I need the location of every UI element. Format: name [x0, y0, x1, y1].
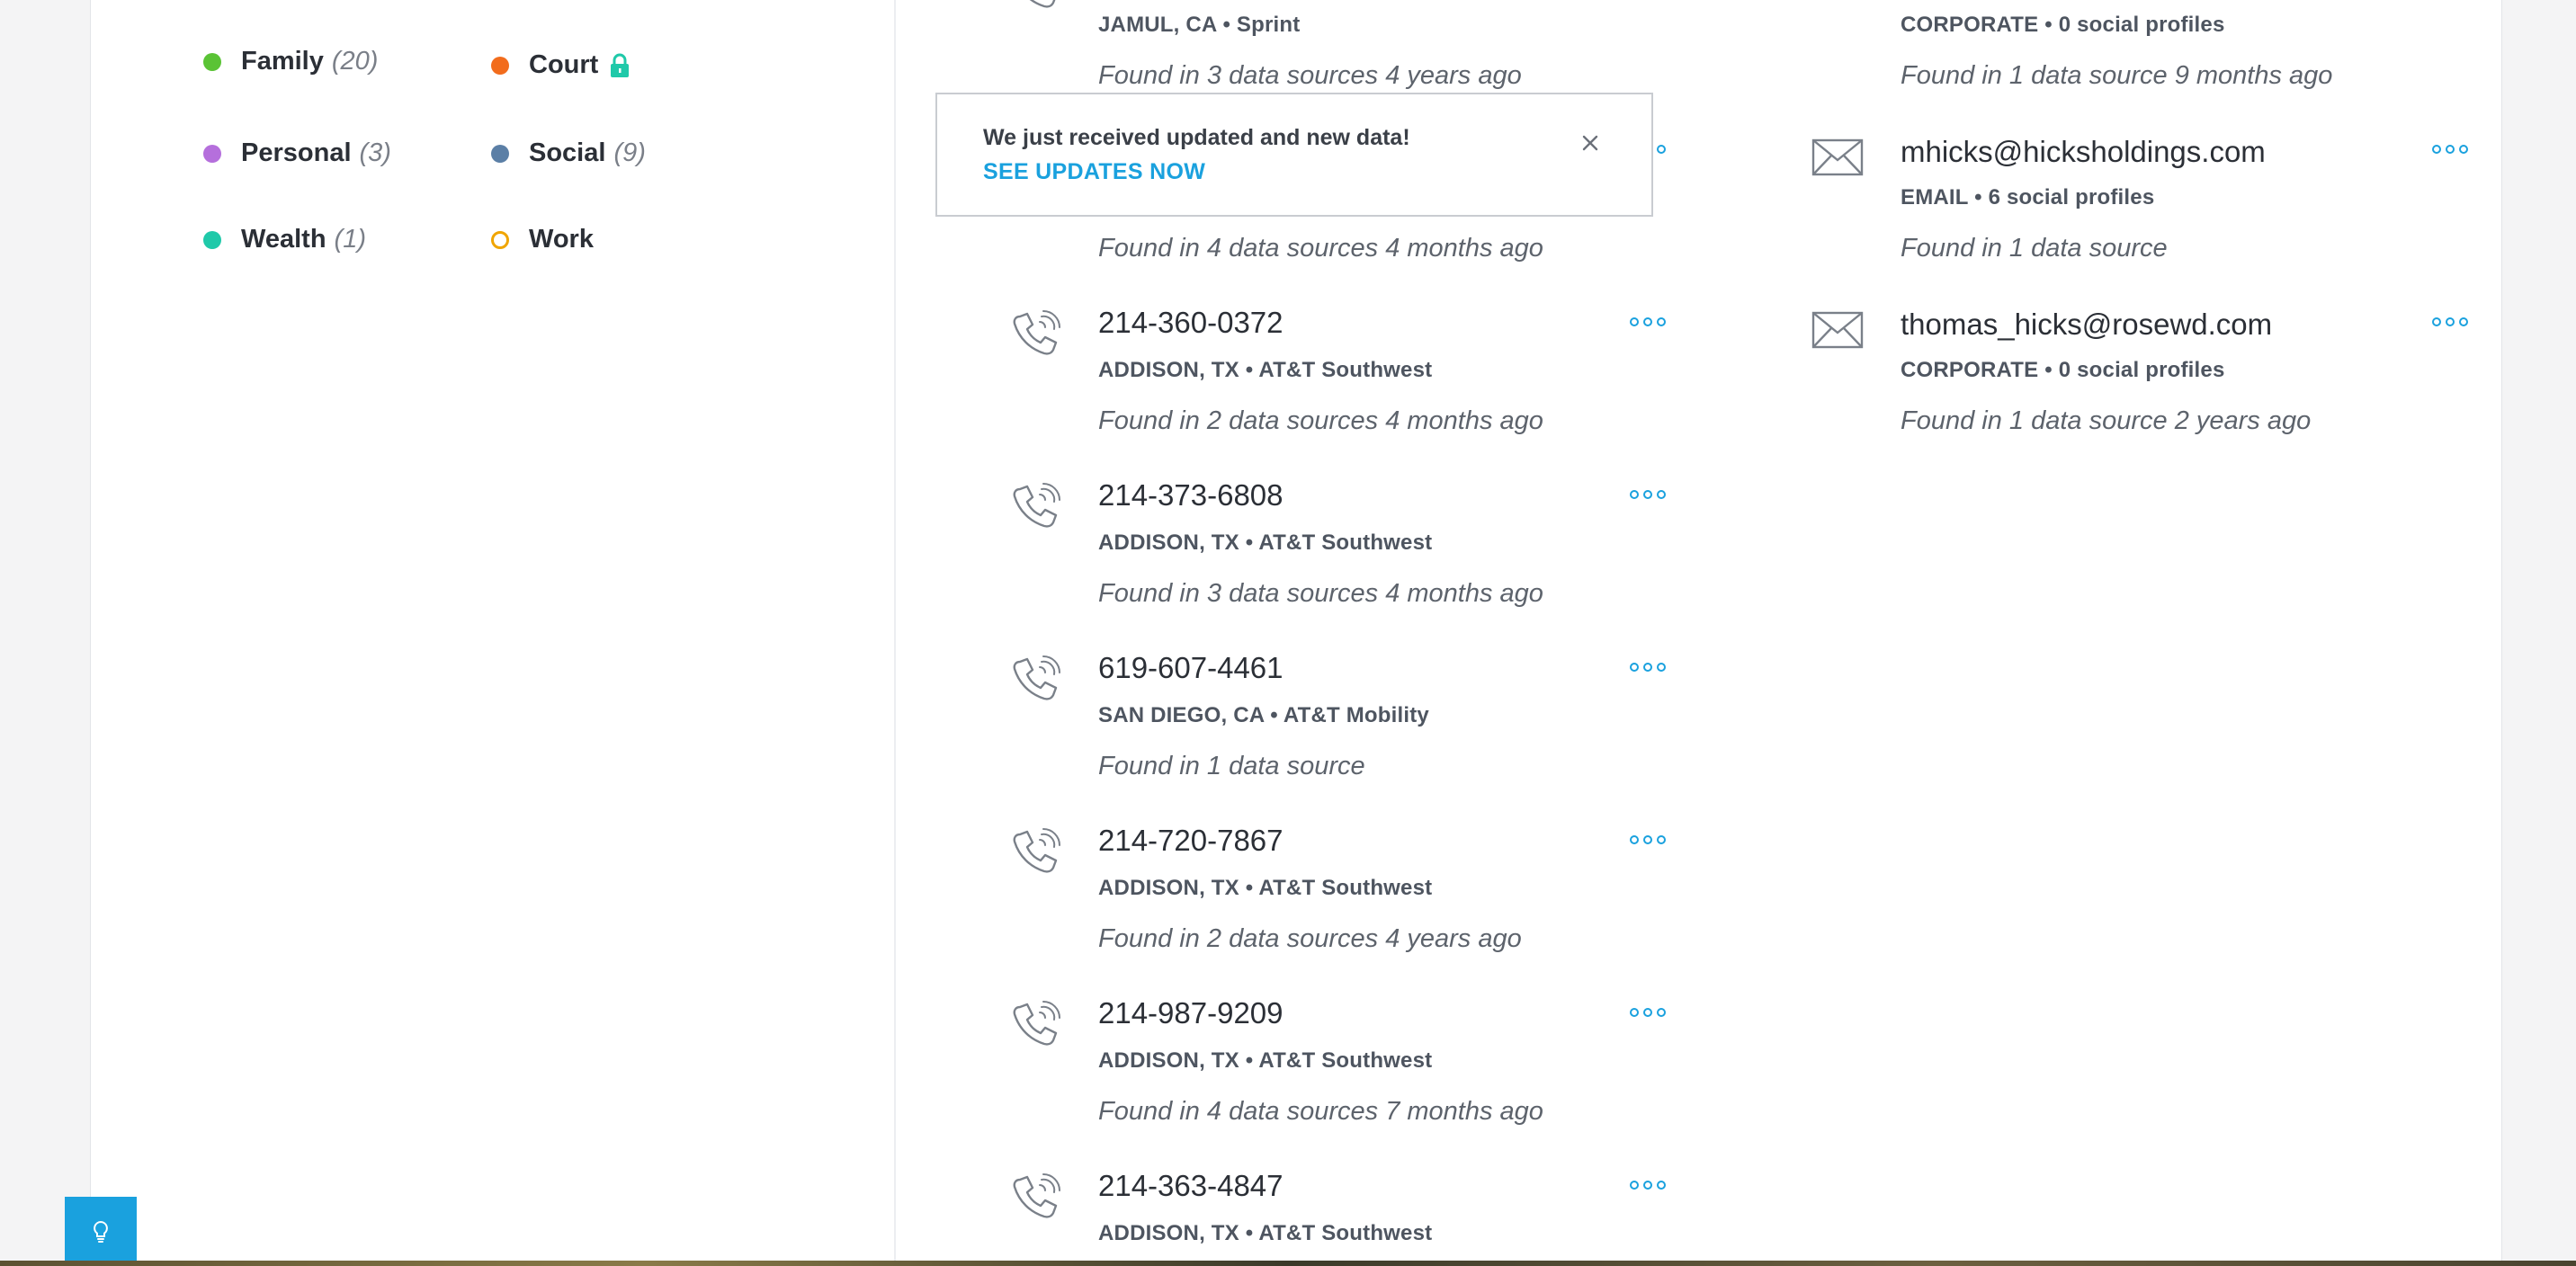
phone-icon: [1013, 828, 1060, 873]
more-options-button[interactable]: [2432, 316, 2468, 328]
phone-icon: [1013, 1173, 1060, 1218]
phone-number[interactable]: 619-607-4461: [1098, 651, 1284, 685]
phone-number[interactable]: 214-373-6808: [1098, 478, 1284, 513]
phone-icon: [1013, 483, 1060, 528]
phone-number[interactable]: 214-720-7867: [1098, 824, 1284, 858]
legend-label: Court: [529, 50, 599, 79]
more-options-button[interactable]: [1630, 1006, 1666, 1019]
email-meta: CORPORATE • 0 social profiles: [1901, 13, 2225, 37]
legend-court[interactable]: Court: [491, 50, 631, 80]
more-options-button[interactable]: [1630, 1179, 1666, 1191]
lightbulb-icon: [94, 1220, 108, 1243]
more-options-button[interactable]: [1630, 661, 1666, 673]
phone-meta: SAN DIEGO, CA • AT&T Mobility: [1098, 703, 1429, 727]
legend-work[interactable]: Work: [491, 225, 594, 254]
court-dot-icon: [491, 56, 509, 75]
lock-icon: [611, 53, 630, 77]
see-updates-link[interactable]: SEE UPDATES NOW: [983, 159, 1205, 185]
phone-icon: [1013, 655, 1060, 700]
legend-label: Family: [241, 47, 324, 76]
phone-meta: ADDISON, TX • AT&T Southwest: [1098, 1221, 1433, 1245]
wealth-dot-icon: [203, 230, 221, 249]
phone-found: Found in 4 data sources 4 months ago: [1098, 234, 1543, 263]
family-dot-icon: [203, 52, 221, 71]
phone-meta: ADDISON, TX • AT&T Southwest: [1098, 358, 1433, 382]
phone-number[interactable]: 214-363-4847: [1098, 1169, 1284, 1203]
legend-label: Work: [529, 225, 594, 254]
legend-social[interactable]: Social (9): [491, 138, 646, 168]
email-found: Found in 1 data source 2 years ago: [1901, 406, 2312, 435]
close-icon[interactable]: [1578, 130, 1603, 156]
phone-icon: [1013, 310, 1060, 355]
phone-found: Found in 2 data sources 4 months ago: [1098, 406, 1543, 435]
social-dot-icon: [491, 144, 509, 163]
legend-label: Personal: [241, 138, 352, 167]
legend-personal[interactable]: Personal (3): [203, 138, 391, 168]
phone-number[interactable]: 214-360-0372: [1098, 306, 1284, 340]
column-divider: [894, 0, 896, 1266]
legend-count: (9): [613, 138, 646, 167]
envelope-icon: [1811, 138, 1864, 176]
legend-label: Social: [529, 138, 606, 167]
legend-family[interactable]: Family (20): [203, 47, 378, 76]
envelope-icon: [1811, 311, 1864, 349]
legend-wealth[interactable]: Wealth (1): [203, 225, 366, 254]
email-found: Found in 1 data source: [1901, 234, 2168, 263]
email-address[interactable]: thomas_hicks@rosewd.com: [1901, 308, 2272, 342]
phone-icon: [1029, 0, 1056, 8]
update-notification: We just received updated and new data! S…: [935, 93, 1653, 217]
phone-meta: ADDISON, TX • AT&T Southwest: [1098, 876, 1433, 900]
email-meta: EMAIL • 6 social profiles: [1901, 185, 2155, 210]
phone-found: Found in 1 data source: [1098, 752, 1365, 780]
phone-found: Found in 3 data sources 4 months ago: [1098, 579, 1543, 608]
legend-count: (1): [334, 225, 366, 254]
email-found: Found in 1 data source 9 months ago: [1901, 61, 2333, 90]
more-options-button[interactable]: [1630, 834, 1666, 846]
phone-meta: ADDISON, TX • AT&T Southwest: [1098, 1048, 1433, 1073]
phone-meta: JAMUL, CA • Sprint: [1098, 13, 1301, 37]
phone-icon: [1013, 1001, 1060, 1046]
phone-found: Found in 3 data sources 4 years ago: [1098, 61, 1522, 90]
legend-count: (3): [359, 138, 391, 167]
email-meta: CORPORATE • 0 social profiles: [1901, 358, 2225, 382]
more-options-button[interactable]: [1630, 316, 1666, 328]
phone-found: Found in 4 data sources 7 months ago: [1098, 1097, 1543, 1126]
phone-found: Found in 2 data sources 4 years ago: [1098, 924, 1522, 953]
personal-dot-icon: [203, 144, 221, 163]
help-button[interactable]: [65, 1197, 137, 1266]
bottom-edge: [0, 1261, 2576, 1266]
legend-count: (20): [331, 47, 379, 76]
legend-label: Wealth: [241, 225, 326, 254]
more-options-button[interactable]: [2432, 143, 2468, 156]
notification-message: We just received updated and new data!: [983, 125, 1410, 150]
email-address[interactable]: mhicks@hicksholdings.com: [1901, 135, 2266, 169]
more-options-button[interactable]: [1630, 488, 1666, 501]
work-ring-icon: [491, 230, 509, 249]
phone-number[interactable]: 214-987-9209: [1098, 996, 1284, 1030]
phone-meta: ADDISON, TX • AT&T Southwest: [1098, 530, 1433, 555]
